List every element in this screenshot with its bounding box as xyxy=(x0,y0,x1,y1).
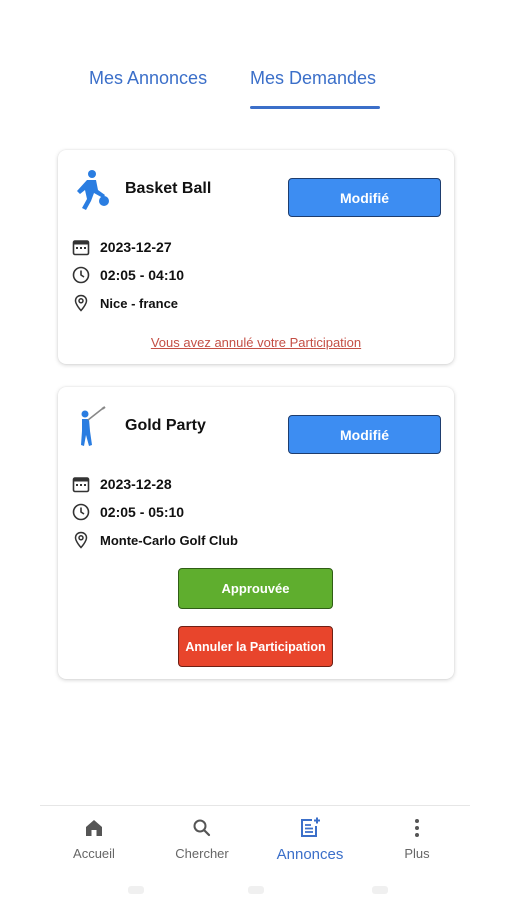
location-text: Nice - france xyxy=(100,295,179,311)
time-row: 02:05 - 04:10 xyxy=(72,265,184,285)
date-text: 2023-12-28 xyxy=(100,476,172,492)
golfer-icon xyxy=(81,406,106,446)
time-text: 02:05 - 05:10 xyxy=(100,504,185,520)
modify-button[interactable]: Modifié xyxy=(288,415,441,454)
time-text: 02:05 - 04:10 xyxy=(100,267,185,283)
location-pin-icon xyxy=(74,294,88,312)
tab-mes-demandes[interactable]: Mes Demandes xyxy=(250,68,376,89)
home-icon xyxy=(86,820,102,836)
location-pin-icon xyxy=(74,531,88,549)
date-text: 2023-12-27 xyxy=(100,239,172,255)
post-add-icon xyxy=(301,817,320,837)
home-circle-icon[interactable] xyxy=(248,886,264,894)
nav-label: Plus xyxy=(404,846,430,861)
calendar-icon xyxy=(72,240,90,256)
approved-status-button: Approuvée xyxy=(178,568,333,609)
back-icon[interactable] xyxy=(372,886,388,894)
clock-icon xyxy=(72,266,90,284)
modify-button[interactable]: Modifié xyxy=(288,178,441,217)
request-card-basketball: Basket Ball Modifié 2023-12-27 02:05 - 0… xyxy=(58,150,454,364)
clock-icon xyxy=(72,503,90,521)
bottom-navigation: Accueil Chercher Annonces Plus xyxy=(40,805,470,876)
nav-item-accueil[interactable]: Accueil xyxy=(49,816,139,861)
request-card-golf: Gold Party Modifié 2023-12-28 02:05 - 05… xyxy=(58,387,454,679)
date-row: 2023-12-27 xyxy=(72,237,172,257)
location-row: Nice - france xyxy=(72,293,178,313)
more-vertical-icon xyxy=(415,819,419,837)
time-row: 02:05 - 05:10 xyxy=(72,502,184,522)
location-row: Monte-Carlo Golf Club xyxy=(72,530,238,550)
tab-mes-annonces[interactable]: Mes Annonces xyxy=(89,68,207,89)
nav-label: Chercher xyxy=(175,846,229,861)
system-navigation-bar xyxy=(0,882,507,900)
nav-item-annonces[interactable]: Annonces xyxy=(265,816,355,863)
active-tab-indicator xyxy=(250,106,380,109)
card-title: Basket Ball xyxy=(125,180,212,197)
location-text: Monte-Carlo Golf Club xyxy=(100,532,238,548)
calendar-icon xyxy=(72,477,90,493)
nav-label: Accueil xyxy=(73,846,115,861)
cancelled-participation-link[interactable]: Vous avez annulé votre Participation xyxy=(58,335,454,350)
card-title: Gold Party xyxy=(125,417,206,434)
date-row: 2023-12-28 xyxy=(72,474,172,494)
nav-label: Annonces xyxy=(276,846,344,863)
nav-item-plus[interactable]: Plus xyxy=(372,816,462,861)
recents-icon[interactable] xyxy=(128,886,144,894)
cancel-participation-button[interactable]: Annuler la Participation xyxy=(178,626,333,667)
basketball-player-icon xyxy=(77,170,109,210)
tab-bar: Mes Annonces Mes Demandes xyxy=(0,68,507,112)
nav-item-chercher[interactable]: Chercher xyxy=(157,816,247,861)
search-icon xyxy=(193,819,211,837)
